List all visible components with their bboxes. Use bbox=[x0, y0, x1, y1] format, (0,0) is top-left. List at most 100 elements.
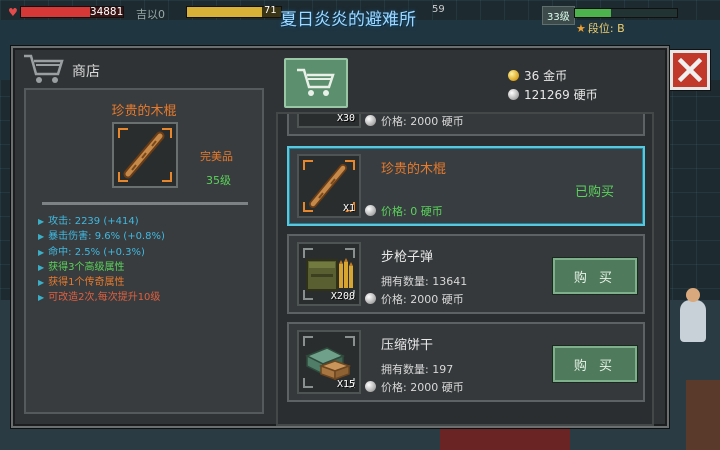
item-price-text: 价格: 2000 硬币 bbox=[381, 381, 464, 394]
item-price: 价格: 2000 硬币 bbox=[365, 291, 464, 307]
health-value: 34881 bbox=[90, 5, 124, 18]
stat-text: 攻击: 2239 (+414) bbox=[48, 216, 139, 227]
detail-item-slot bbox=[112, 122, 178, 188]
slot-corner bbox=[303, 160, 313, 170]
health-bar-fill bbox=[21, 7, 91, 17]
slot-corner bbox=[345, 336, 355, 346]
stat-text: 获得3个高级属性 bbox=[48, 261, 125, 273]
shop-item-card-selected[interactable]: X1 珍贵的木棍 价格: 0 硬币 已购买 bbox=[287, 146, 645, 226]
stat-text: 暴击伤害: 9.6% (+0.8%) bbox=[48, 231, 165, 243]
item-price-text: 价格: 2000 硬币 bbox=[381, 293, 464, 306]
background-furniture bbox=[686, 380, 720, 450]
item-owned-count: 拥有数量: 197 bbox=[381, 363, 454, 376]
stat-crit-damage: ▶ 暴击伤害: 9.6% (+0.8%) bbox=[38, 229, 165, 244]
stat-text: 获得1个传奇属性 bbox=[48, 277, 125, 289]
npc-character[interactable] bbox=[680, 288, 706, 342]
item-owned-count: 拥有数量: 13641 bbox=[381, 275, 468, 288]
slot-corner bbox=[345, 160, 355, 170]
silver-coin-icon bbox=[365, 381, 376, 392]
rank-label: ★ 段位: B bbox=[576, 20, 625, 36]
item-stats-list: ▶ 攻击: 2239 (+414) ▶ 暴击伤害: 9.6% (+0.8%) ▶ 命中… bbox=[38, 214, 165, 306]
shopping-cart-icon bbox=[22, 52, 66, 92]
gold-balance: 36 金币 bbox=[508, 67, 567, 84]
detail-item-level: 35级 bbox=[206, 174, 231, 187]
item-price-text: 价格: 0 硬币 bbox=[381, 205, 443, 218]
hud-label: 吉以0 bbox=[136, 8, 165, 21]
item-name: 步枪子弹 bbox=[381, 250, 434, 265]
item-detail-pane: 珍贵的木棍 完美品 35级 ▶ 攻击: 2239 (+414) ▶ 暴击伤害: 9.… bbox=[24, 88, 264, 414]
item-name: 压缩饼干 bbox=[381, 338, 434, 353]
shop-title: 商店 bbox=[72, 64, 100, 80]
item-quantity: X15 bbox=[336, 379, 355, 390]
slot-corner bbox=[162, 128, 172, 138]
buy-button[interactable]: 购 买 bbox=[553, 346, 637, 382]
detail-item-name: 珍贵的木棍 bbox=[111, 104, 177, 119]
area-title: 夏日炎炎的避难所 bbox=[280, 10, 416, 30]
shop-item-card[interactable]: X30 价格: 2000 硬币 bbox=[287, 113, 645, 136]
buy-button[interactable]: 购 买 bbox=[553, 258, 637, 294]
close-x-icon bbox=[677, 57, 703, 83]
item-slot: X30 bbox=[297, 113, 361, 128]
experience-value: 71 bbox=[264, 5, 277, 16]
purchased-label: 已购买 bbox=[575, 185, 615, 200]
slot-corner bbox=[303, 290, 313, 300]
close-button[interactable] bbox=[670, 50, 710, 90]
item-slot: X200 bbox=[297, 242, 361, 306]
bullet-arrow-icon: ▶ bbox=[38, 217, 45, 226]
stat-upgrade-info: ▶ 可改造2次,每次提升10级 bbox=[38, 290, 165, 305]
stat-text: 命中: 2.5% (+0.3%) bbox=[48, 246, 145, 258]
item-slot: X1 bbox=[297, 154, 361, 218]
experience-bar-fill bbox=[187, 7, 263, 17]
slot-corner bbox=[303, 336, 313, 346]
slot-corner bbox=[162, 172, 172, 182]
shop-item-list[interactable]: X30 价格: 2000 硬币 X1 珍贵的木棍 价格: 0 硬币 已购买 X2… bbox=[276, 112, 654, 426]
bullet-arrow-icon: ▶ bbox=[38, 278, 45, 288]
item-price: 价格: 0 硬币 bbox=[365, 203, 443, 219]
gold-coin-icon bbox=[508, 70, 519, 81]
silver-coin-icon bbox=[365, 293, 376, 304]
silver-coin-icon bbox=[365, 115, 376, 126]
slot-corner bbox=[303, 378, 313, 388]
item-slot: X15 bbox=[297, 330, 361, 394]
bullet-arrow-icon: ▶ bbox=[38, 293, 45, 303]
shop-item-card[interactable]: X15 压缩饼干 拥有数量: 197 价格: 2000 硬币 购 买 bbox=[287, 322, 645, 402]
shopping-cart-icon bbox=[297, 68, 335, 96]
item-price: 价格: 2000 硬币 bbox=[365, 114, 464, 129]
item-name: 珍贵的木棍 bbox=[381, 162, 447, 177]
item-quantity: X1 bbox=[342, 203, 355, 214]
star-icon: ★ bbox=[576, 22, 586, 35]
shop-tab[interactable] bbox=[284, 58, 348, 108]
level-progress-bar bbox=[574, 8, 678, 18]
coin-balance: 121269 硬币 bbox=[508, 86, 598, 103]
stat-accuracy: ▶ 命中: 2.5% (+0.3%) bbox=[38, 245, 165, 260]
stat-attack: ▶ 攻击: 2239 (+414) bbox=[38, 214, 165, 229]
shop-item-card[interactable]: X200 步枪子弹 拥有数量: 13641 价格: 2000 硬币 购 买 bbox=[287, 234, 645, 314]
stat-text: 可改造2次,每次提升10级 bbox=[48, 292, 161, 304]
stat-advanced-attributes: ▶ 获得3个高级属性 bbox=[38, 260, 165, 275]
stat-legendary-attribute: ▶ 获得1个传奇属性 bbox=[38, 275, 165, 290]
bullet-arrow-icon: ▶ bbox=[38, 262, 45, 272]
detail-item-quality: 完美品 bbox=[200, 150, 233, 163]
coin-balance-text: 121269 硬币 bbox=[524, 88, 598, 102]
silver-coin-icon bbox=[365, 205, 376, 216]
slot-corner bbox=[118, 172, 128, 182]
silver-coin-icon bbox=[508, 89, 519, 100]
bullet-arrow-icon: ▶ bbox=[38, 232, 45, 242]
gold-balance-text: 36 金币 bbox=[524, 69, 568, 83]
hud-counter: 59 bbox=[432, 4, 445, 15]
item-quantity: X200 bbox=[330, 291, 355, 302]
item-price: 价格: 2000 硬币 bbox=[365, 379, 464, 395]
item-quantity: X30 bbox=[336, 113, 355, 124]
slot-corner bbox=[303, 248, 313, 258]
heart-icon: ♥ bbox=[8, 6, 18, 19]
slot-corner bbox=[303, 202, 313, 212]
level-progress-fill bbox=[575, 9, 611, 17]
slot-corner bbox=[118, 128, 128, 138]
slot-corner bbox=[345, 248, 355, 258]
bullet-arrow-icon: ▶ bbox=[38, 247, 45, 257]
level-badge: 33级 bbox=[542, 6, 575, 25]
hud-bar: ♥ 34881 吉以0 71 59 夏日炎炎的避难所 33级 ★ 段位: B bbox=[0, 0, 720, 40]
item-price-text: 价格: 2000 硬币 bbox=[381, 115, 464, 128]
rank-text: 段位: B bbox=[587, 22, 625, 35]
detail-divider bbox=[42, 202, 248, 205]
